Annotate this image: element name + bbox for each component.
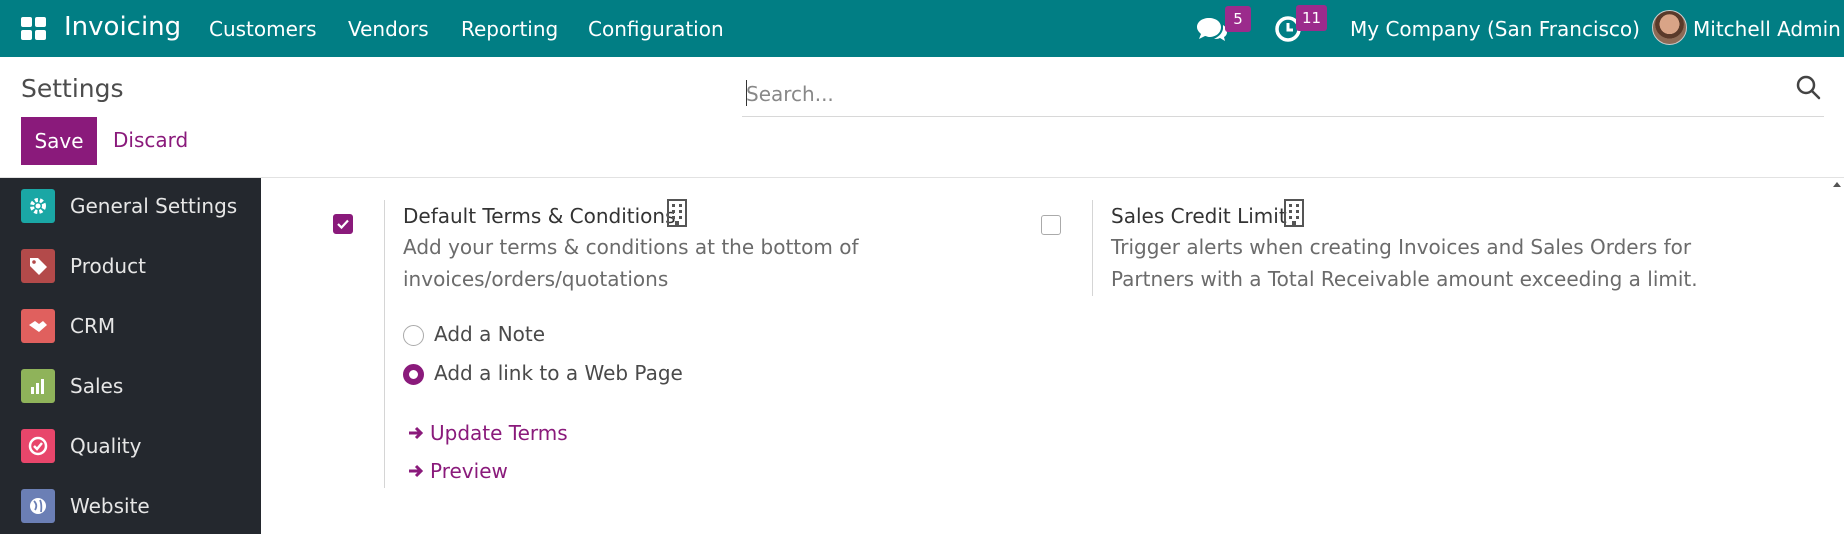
preview-link[interactable]: Preview: [407, 459, 508, 483]
setting-divider: [384, 200, 385, 488]
sidebar-item-label: Website: [70, 494, 150, 518]
company-switcher[interactable]: My Company (San Francisco): [1350, 17, 1640, 41]
sidebar-item-sales[interactable]: Sales: [0, 358, 261, 418]
terms-description-line2: invoices/orders/quotations: [403, 267, 669, 291]
menu-reporting[interactable]: Reporting: [461, 17, 558, 41]
building-icon: [667, 199, 687, 227]
sidebar-item-website[interactable]: Website: [0, 478, 261, 534]
terms-checkbox[interactable]: [333, 214, 353, 234]
preview-label: Preview: [430, 459, 508, 483]
menu-customers[interactable]: Customers: [209, 17, 317, 41]
update-terms-label: Update Terms: [430, 421, 568, 445]
sidebar-item-product[interactable]: Product: [0, 238, 261, 298]
app-name[interactable]: Invoicing: [64, 12, 181, 42]
setting-divider: [1092, 200, 1093, 296]
sidebar-item-label: Sales: [70, 374, 124, 398]
building-icon: [1284, 199, 1304, 227]
chart-icon: [21, 369, 55, 403]
chat-icon[interactable]: [1196, 16, 1228, 42]
radio-add-web-link-label[interactable]: Add a link to a Web Page: [434, 361, 683, 385]
sidebar-item-label: CRM: [70, 314, 116, 338]
radio-add-note-label[interactable]: Add a Note: [434, 322, 545, 346]
sidebar-item-general-settings[interactable]: General Settings: [0, 178, 261, 238]
app-menu-icon[interactable]: [21, 17, 46, 40]
credit-limit-description-line2: Partners with a Total Receivable amount …: [1111, 267, 1698, 291]
menu-configuration[interactable]: Configuration: [588, 17, 724, 41]
radio-add-note[interactable]: [403, 325, 424, 346]
page-title: Settings: [21, 74, 124, 103]
checkmark-icon: [337, 219, 349, 230]
save-button[interactable]: Save: [21, 117, 97, 165]
credit-limit-title: Sales Credit Limit: [1111, 204, 1287, 228]
arrow-right-icon: [409, 464, 424, 478]
globe-icon: [21, 489, 55, 523]
handshake-icon: [21, 309, 55, 343]
menu-vendors[interactable]: Vendors: [348, 17, 429, 41]
user-menu[interactable]: Mitchell Admin: [1693, 17, 1841, 41]
credit-limit-checkbox[interactable]: [1041, 215, 1061, 235]
badge-check-icon: [21, 429, 55, 463]
discard-button[interactable]: Discard: [113, 128, 188, 152]
arrow-right-icon: [409, 426, 424, 440]
update-terms-link[interactable]: Update Terms: [407, 421, 568, 445]
sidebar-item-crm[interactable]: CRM: [0, 298, 261, 358]
text-caret: [746, 80, 747, 106]
terms-description: Add your terms & conditions at the botto…: [403, 235, 859, 259]
top-navbar: Invoicing Customers Vendors Reporting Co…: [0, 0, 1844, 57]
search-bar: [742, 72, 1824, 117]
tags-icon: [21, 249, 55, 283]
terms-title: Default Terms & Conditions: [403, 204, 676, 228]
messages-badge: 5: [1225, 6, 1251, 32]
sidebar-item-label: Quality: [70, 434, 142, 458]
control-panel-divider: [0, 177, 1844, 178]
activities-badge: 11: [1296, 5, 1328, 31]
search-icon[interactable]: [1795, 74, 1821, 100]
scroll-up-arrow[interactable]: [1833, 182, 1841, 187]
sidebar-item-label: General Settings: [70, 194, 238, 218]
settings-sidebar: General Settings Product CRM Sales Quali…: [0, 178, 261, 534]
radio-add-web-link[interactable]: [403, 364, 424, 385]
sidebar-item-quality[interactable]: Quality: [0, 418, 261, 478]
user-avatar[interactable]: [1652, 10, 1687, 45]
search-input[interactable]: [746, 78, 1746, 110]
sidebar-item-label: Product: [70, 254, 146, 278]
credit-limit-description: Trigger alerts when creating Invoices an…: [1111, 235, 1692, 259]
gear-icon: [21, 189, 55, 223]
